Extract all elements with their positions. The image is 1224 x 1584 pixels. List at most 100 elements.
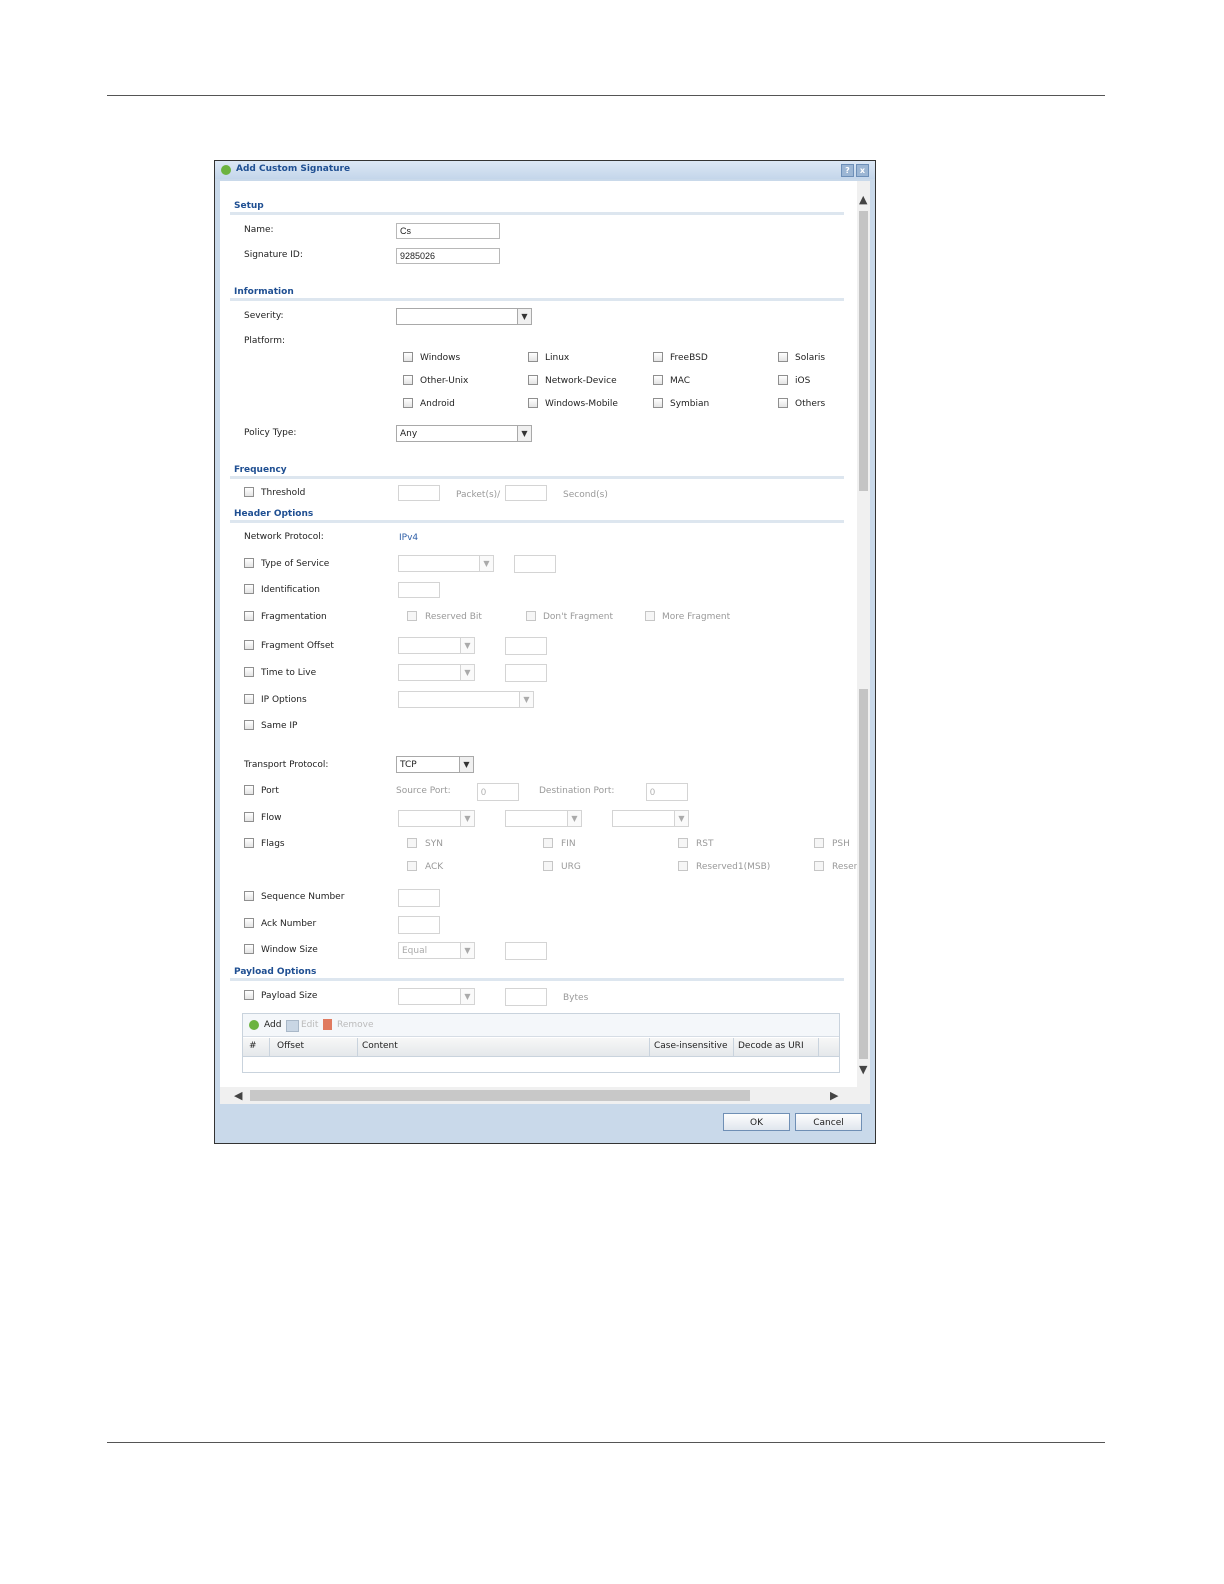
flow-select-3[interactable]: ▼ xyxy=(612,810,689,827)
flag-rst-checkbox[interactable] xyxy=(678,838,688,848)
fragment-offset-checkbox[interactable] xyxy=(244,640,254,650)
platform-network-device-label: Network-Device xyxy=(545,376,617,386)
platform-network-device-checkbox[interactable] xyxy=(528,375,538,385)
dont-fragment-checkbox[interactable] xyxy=(526,611,536,621)
platform-windows-checkbox[interactable] xyxy=(403,352,413,362)
col-decode-as-uri[interactable]: Decode as URI xyxy=(738,1041,804,1051)
dont-fragment-label: Don't Fragment xyxy=(543,612,613,622)
platform-mac-checkbox[interactable] xyxy=(653,375,663,385)
ack-number-checkbox[interactable] xyxy=(244,918,254,928)
close-button[interactable]: x xyxy=(856,164,869,177)
source-port-label: Source Port: xyxy=(396,786,451,796)
reserved-bit-checkbox[interactable] xyxy=(407,611,417,621)
col-content[interactable]: Content xyxy=(362,1041,398,1051)
destination-port-field[interactable] xyxy=(646,783,688,801)
type-of-service-field[interactable] xyxy=(514,555,556,573)
chevron-down-icon[interactable]: ▼ xyxy=(859,1063,867,1076)
policy-type-select[interactable]: Any ▼ xyxy=(396,425,532,442)
fragment-offset-field[interactable] xyxy=(505,637,547,655)
window-size-checkbox[interactable] xyxy=(244,944,254,954)
fragmentation-checkbox[interactable] xyxy=(244,611,254,621)
name-field[interactable] xyxy=(396,223,500,239)
platform-android-checkbox[interactable] xyxy=(403,398,413,408)
chevron-down-icon: ▼ xyxy=(519,692,533,707)
chevron-up-icon[interactable]: ▲ xyxy=(859,193,867,206)
severity-select[interactable]: ▼ xyxy=(396,308,532,325)
time-to-live-field[interactable] xyxy=(505,664,547,682)
flag-psh-checkbox[interactable] xyxy=(814,838,824,848)
source-port-field[interactable] xyxy=(477,783,519,801)
frequency-heading: Frequency xyxy=(234,465,287,475)
horizontal-scrollbar[interactable]: ◀ ▶ xyxy=(220,1087,870,1104)
fragment-offset-select[interactable]: ▼ xyxy=(398,637,475,654)
scrollbar-thumb-lower[interactable] xyxy=(859,689,868,1059)
platform-other-unix-label: Other-Unix xyxy=(420,376,469,386)
payload-size-checkbox[interactable] xyxy=(244,990,254,1000)
same-ip-checkbox[interactable] xyxy=(244,720,254,730)
chevron-right-icon[interactable]: ▶ xyxy=(830,1089,838,1102)
bottom-rule xyxy=(107,1442,1105,1443)
platform-other-unix-checkbox[interactable] xyxy=(403,375,413,385)
flag-syn-label: SYN xyxy=(425,839,443,849)
flags-checkbox[interactable] xyxy=(244,838,254,848)
platform-freebsd-checkbox[interactable] xyxy=(653,352,663,362)
port-checkbox[interactable] xyxy=(244,785,254,795)
col-number[interactable]: # xyxy=(249,1041,257,1051)
vertical-scrollbar[interactable]: ▲ ▼ xyxy=(857,181,870,1087)
threshold-checkbox[interactable] xyxy=(244,487,254,497)
platform-symbian-checkbox[interactable] xyxy=(653,398,663,408)
flag-urg-checkbox[interactable] xyxy=(543,861,553,871)
platform-others-checkbox[interactable] xyxy=(778,398,788,408)
column-divider xyxy=(818,1038,819,1056)
time-to-live-checkbox[interactable] xyxy=(244,667,254,677)
payload-size-select[interactable]: ▼ xyxy=(398,988,475,1005)
window-size-select[interactable]: Equal ▼ xyxy=(398,942,475,959)
section-divider xyxy=(230,212,844,215)
chevron-down-icon: ▼ xyxy=(459,757,473,772)
ack-number-field[interactable] xyxy=(398,916,440,934)
scrollbar-thumb[interactable] xyxy=(859,211,868,491)
add-icon xyxy=(221,165,231,175)
ip-options-checkbox[interactable] xyxy=(244,694,254,704)
col-offset[interactable]: Offset xyxy=(277,1041,304,1051)
platform-solaris-checkbox[interactable] xyxy=(778,352,788,362)
time-to-live-select[interactable]: ▼ xyxy=(398,664,475,681)
information-heading: Information xyxy=(234,287,294,297)
cancel-button[interactable]: Cancel xyxy=(795,1113,862,1131)
type-of-service-checkbox[interactable] xyxy=(244,558,254,568)
window-size-field[interactable] xyxy=(505,942,547,960)
threshold-packets-field[interactable] xyxy=(398,485,440,501)
help-button[interactable]: ? xyxy=(841,164,854,177)
edit-button[interactable]: Edit xyxy=(301,1020,318,1030)
platform-windows-mobile-checkbox[interactable] xyxy=(528,398,538,408)
add-button[interactable]: Add xyxy=(264,1020,281,1030)
sequence-number-field[interactable] xyxy=(398,889,440,907)
platform-linux-checkbox[interactable] xyxy=(528,352,538,362)
sequence-number-checkbox[interactable] xyxy=(244,891,254,901)
remove-button[interactable]: Remove xyxy=(337,1020,374,1030)
dialog-content: Setup Name: Signature ID: Information Se… xyxy=(220,181,870,1087)
platform-ios-checkbox[interactable] xyxy=(778,375,788,385)
flag-reserved1-checkbox[interactable] xyxy=(678,861,688,871)
transport-protocol-select[interactable]: TCP ▼ xyxy=(396,756,474,773)
scrollbar-thumb[interactable] xyxy=(250,1090,750,1101)
signature-id-field[interactable] xyxy=(396,248,500,264)
flow-checkbox[interactable] xyxy=(244,812,254,822)
identification-checkbox[interactable] xyxy=(244,584,254,594)
flag-reserved2-checkbox[interactable] xyxy=(814,861,824,871)
flag-ack-checkbox[interactable] xyxy=(407,861,417,871)
flow-select-1[interactable]: ▼ xyxy=(398,810,475,827)
chevron-left-icon[interactable]: ◀ xyxy=(234,1089,242,1102)
threshold-seconds-field[interactable] xyxy=(505,485,547,501)
flag-fin-checkbox[interactable] xyxy=(543,838,553,848)
identification-field[interactable] xyxy=(398,582,440,598)
type-of-service-select[interactable]: ▼ xyxy=(398,555,494,572)
dialog-titlebar[interactable]: Add Custom Signature ? x xyxy=(215,161,875,179)
ok-button[interactable]: OK xyxy=(723,1113,790,1131)
more-fragment-checkbox[interactable] xyxy=(645,611,655,621)
payload-size-field[interactable] xyxy=(505,988,547,1006)
col-case-insensitive[interactable]: Case-insensitive xyxy=(654,1041,728,1051)
ip-options-select[interactable]: ▼ xyxy=(398,691,534,708)
flow-select-2[interactable]: ▼ xyxy=(505,810,582,827)
flag-syn-checkbox[interactable] xyxy=(407,838,417,848)
